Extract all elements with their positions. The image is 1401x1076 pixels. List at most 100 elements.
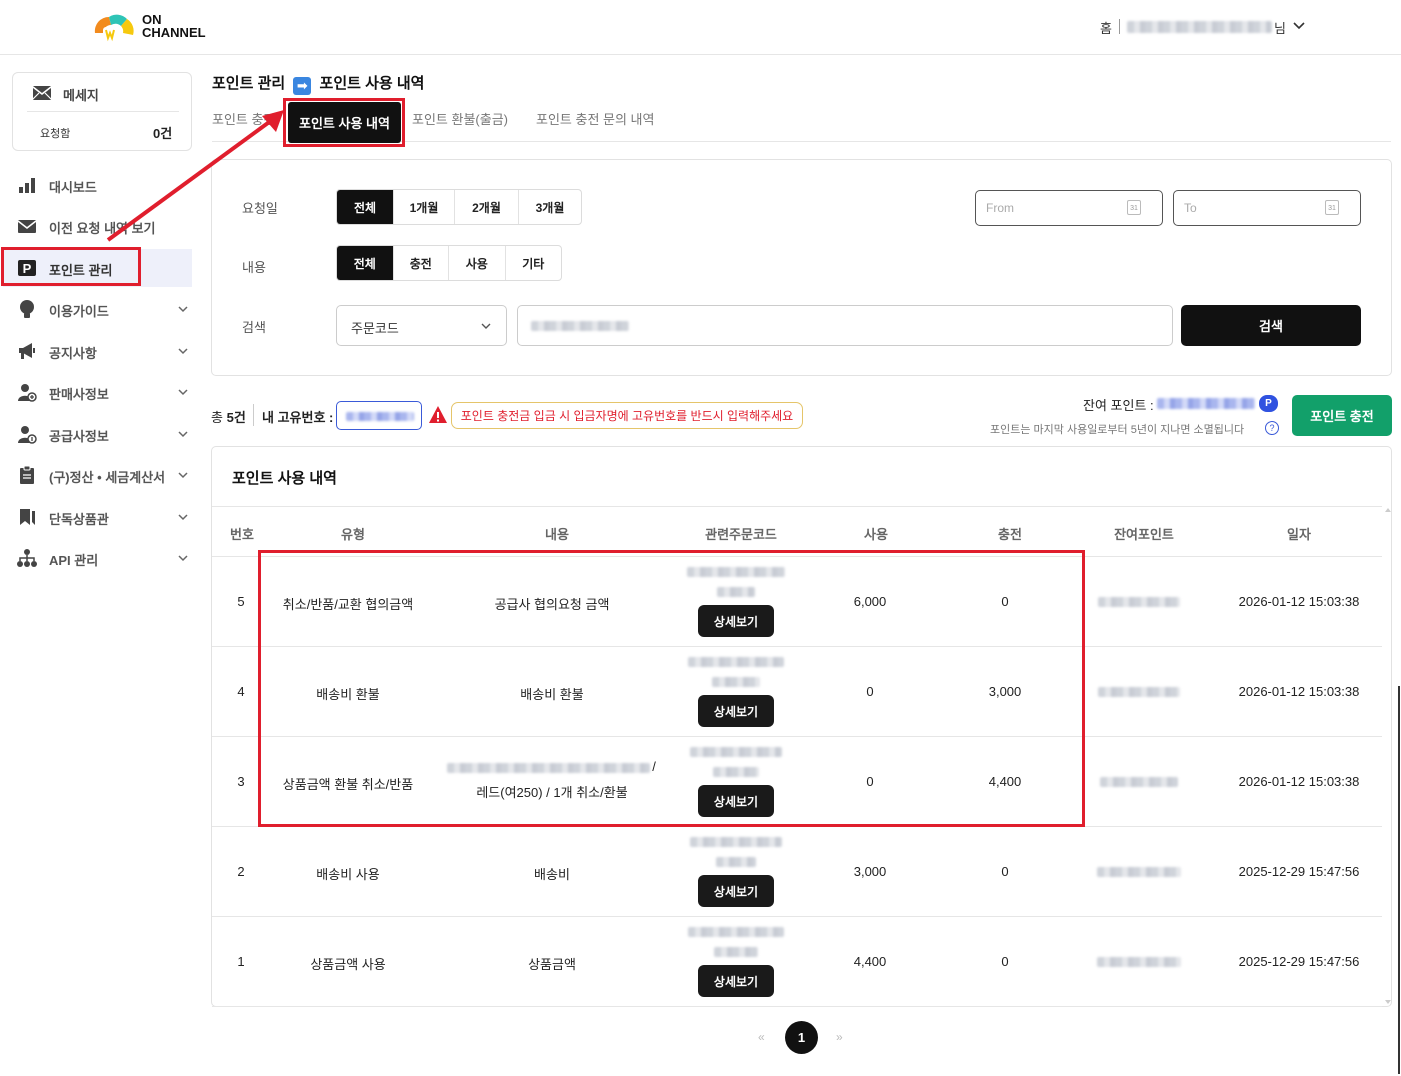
sidebar-item-label: 단독상품관 — [49, 512, 109, 527]
sidebar-item-api[interactable]: API 관리 — [0, 539, 200, 577]
chevron-down-icon — [178, 348, 188, 355]
content-option-charge[interactable]: 충전 — [394, 246, 449, 280]
help-icon[interactable]: ? — [1265, 421, 1279, 435]
chevron-down-icon — [178, 472, 188, 479]
sidebar-item-label: 판매사정보 — [49, 387, 109, 402]
mail-icon — [17, 220, 37, 233]
page-title: 포인트 관리 ➡ 포인트 사용 내역 — [212, 72, 424, 95]
chevron-down-icon — [178, 555, 188, 562]
pagination-prev[interactable]: « — [758, 1030, 765, 1044]
row-date: 2026-01-12 15:03:38 — [1238, 684, 1360, 699]
remaining-points-redacted — [1098, 687, 1180, 697]
column-header: 번호 — [230, 527, 254, 542]
annotation-highlight-rows — [258, 550, 1085, 827]
date-option-3m[interactable]: 3개월 — [519, 190, 581, 224]
remaining-points-redacted — [1098, 597, 1180, 607]
column-header: 유형 — [341, 527, 365, 542]
row-type: 상품금액 사용 — [310, 957, 386, 972]
search-type-select[interactable]: 주문코드 — [336, 305, 507, 346]
warning-icon — [429, 406, 447, 423]
sidebar-item-settlement[interactable]: (구)정산 • 세금계산서 — [0, 456, 200, 494]
user-supplier-icon — [18, 426, 37, 444]
chevron-down-icon — [178, 389, 188, 396]
column-header: 충전 — [998, 527, 1022, 542]
search-input[interactable] — [517, 305, 1173, 346]
search-button[interactable]: 검색 — [1181, 305, 1361, 346]
table-scrollbar[interactable] — [1384, 506, 1392, 1006]
chevron-down-icon — [481, 323, 491, 329]
point-charge-button[interactable]: 포인트 충전 — [1292, 395, 1392, 436]
content-filter-label: 내용 — [242, 260, 266, 275]
calendar-icon[interactable]: 31 — [1325, 200, 1339, 215]
detail-button[interactable]: 상세보기 — [698, 965, 774, 997]
order-code-redacted — [714, 947, 758, 957]
sidebar-item-label: 공급사정보 — [49, 429, 109, 444]
table-row: 2 배송비 사용 배송비 상세보기 3,000 0 2025-12-29 15:47:56 — [212, 827, 1382, 917]
row-used: 4,400 — [853, 954, 887, 969]
chevron-down-icon[interactable] — [1292, 19, 1306, 33]
sidebar-item-exclusive-products[interactable]: 단독상품관 — [0, 498, 200, 536]
tab-point-refund[interactable]: 포인트 환불(출금) — [412, 109, 508, 128]
remaining-points-redacted — [1100, 777, 1178, 787]
calendar-icon[interactable]: 31 — [1127, 200, 1141, 215]
sidebar-item-label: API 관리 — [49, 553, 99, 568]
pagination-current-page[interactable]: 1 — [785, 1021, 818, 1054]
clipboard-icon — [20, 465, 34, 484]
bar-chart-icon — [19, 178, 35, 193]
chevron-down-icon — [178, 306, 188, 313]
search-type-value: 주문코드 — [351, 321, 399, 336]
search-filter-label: 검색 — [242, 320, 266, 335]
tab-charge-inquiry[interactable]: 포인트 충전 문의 내역 — [536, 109, 654, 128]
detail-button[interactable]: 상세보기 — [698, 875, 774, 907]
row-content: 상품금액 — [528, 957, 576, 972]
deposit-notice: 포인트 충전금 입금 시 입금자명에 고유번호를 반드시 입력해주세요 — [451, 402, 803, 429]
column-header: 내용 — [545, 527, 569, 542]
chevron-down-icon — [178, 431, 188, 438]
my-id-redacted — [346, 412, 414, 421]
date-from-input[interactable]: From 31 — [975, 190, 1163, 226]
sidebar-item-guide[interactable]: 이용가이드 — [0, 290, 200, 328]
user-name-redacted — [1127, 21, 1272, 33]
filter-panel: 요청일 전체 1개월 2개월 3개월 From 31 To 31 내용 전체 충… — [211, 159, 1392, 376]
home-link[interactable]: 홈 — [1100, 18, 1112, 37]
date-option-all[interactable]: 전체 — [337, 190, 394, 224]
content-option-etc[interactable]: 기타 — [506, 246, 562, 280]
my-id-label: 내 고유번호 : — [262, 410, 334, 425]
point-badge-icon: P — [1259, 395, 1278, 412]
logo[interactable]: ON CHANNEL — [93, 11, 213, 43]
my-id-value[interactable] — [336, 401, 422, 430]
date-option-2m[interactable]: 2개월 — [455, 190, 519, 224]
window-edge — [1398, 686, 1400, 1074]
expiry-note: 포인트는 마지막 사용일로부터 5년이 지나면 소멸됩니다 — [990, 424, 1245, 436]
row-type: 배송비 사용 — [316, 867, 380, 882]
breadcrumb-current: 포인트 사용 내역 — [319, 75, 425, 92]
content-option-use[interactable]: 사용 — [449, 246, 506, 280]
bookmark-icon — [20, 509, 35, 525]
logo-line2: CHANNEL — [142, 25, 206, 40]
row-number: 3 — [237, 774, 245, 789]
row-charged: 0 — [1001, 864, 1009, 879]
sidebar-item-notice[interactable]: 공지사항 — [0, 332, 200, 370]
search-value-redacted — [531, 321, 629, 331]
row-date: 2026-01-12 15:03:38 — [1238, 774, 1360, 789]
content-option-all[interactable]: 전체 — [337, 246, 394, 280]
sidebar-item-seller-info[interactable]: 판매사정보 — [0, 373, 200, 411]
row-number: 2 — [237, 864, 245, 879]
chevron-down-icon — [178, 514, 188, 521]
breadcrumb-parent: 포인트 관리 — [212, 75, 286, 92]
pagination-next[interactable]: » — [836, 1030, 843, 1044]
request-label[interactable]: 요청함 — [40, 125, 70, 141]
remaining-points-redacted — [1097, 957, 1181, 967]
row-date: 2025-12-29 15:47:56 — [1238, 864, 1360, 879]
column-header: 잔여포인트 — [1114, 527, 1174, 542]
date-option-1m[interactable]: 1개월 — [394, 190, 455, 224]
app-root: ON CHANNEL 홈 님 메세지 요청함 0건 대시보드 이전 요청 내역 보… — [0, 0, 1401, 1076]
date-to-input[interactable]: To 31 — [1173, 190, 1361, 226]
sidebar-item-supplier-info[interactable]: 공급사정보 — [0, 415, 200, 453]
remaining-points-redacted — [1157, 398, 1255, 409]
table-title: 포인트 사용 내역 — [232, 470, 337, 487]
message-title[interactable]: 메세지 — [63, 85, 99, 104]
order-code-redacted — [716, 857, 756, 867]
date-to-placeholder: To — [1184, 201, 1197, 215]
arrow-right-icon: ➡ — [293, 77, 312, 95]
